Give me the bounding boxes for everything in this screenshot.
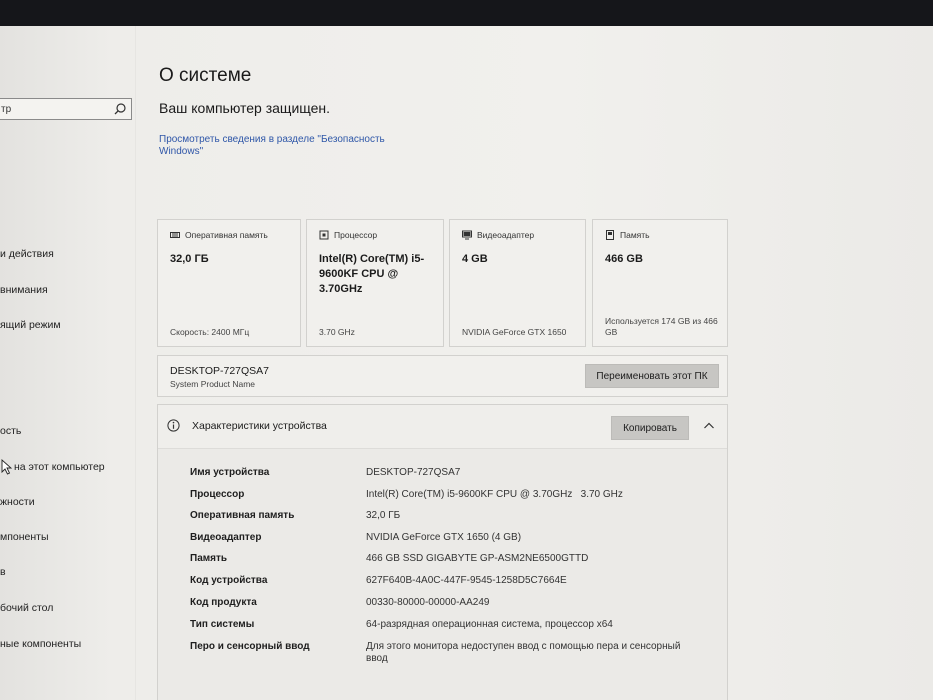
spec-value-device-id: 627F640B-4A0C-447F-9545-1258D5C7664E (366, 575, 567, 586)
device-specs-panel: Характеристики устройства Копировать Имя… (157, 404, 728, 700)
search-icon[interactable] (113, 102, 127, 116)
spec-value-product-id: 00330-80000-00000-AA249 (366, 597, 490, 608)
settings-window: и действия внимания ящий режим ость на э… (0, 26, 933, 700)
spec-value-storage: 466 GB SSD GIGABYTE GP-ASM2NE6500GTTD (366, 553, 589, 564)
sidebar-item-tablet-mode[interactable]: ящий режим (0, 319, 61, 331)
sidebar-item-notifications[interactable]: и действия (0, 248, 54, 260)
sidebar-item-system-components[interactable]: мпоненты (0, 531, 49, 543)
device-name-panel: DESKTOP-727QSA7 System Product Name Пере… (157, 355, 728, 397)
processor-card: Процессор Intel(R) Core(TM) i5-9600KF CP… (306, 219, 444, 347)
sidebar-item-clipboard[interactable]: в (0, 566, 6, 578)
graphics-card: Видеоадаптер 4 GB NVIDIA GeForce GTX 165… (449, 219, 586, 347)
sidebar-item-optional-features[interactable]: ные компоненты (0, 638, 81, 650)
spec-label-system-type: Тип системы (190, 619, 255, 630)
storage-card-footer: Используется 174 GB из 466 GB (605, 316, 718, 337)
sidebar-item-focus-assist[interactable]: внимания (0, 284, 48, 296)
page-title: О системе (159, 65, 252, 86)
ram-card-value: 32,0 ГБ (170, 253, 209, 265)
chevron-up-icon[interactable] (703, 420, 715, 432)
sidebar-item-multitasking[interactable]: ость (0, 425, 21, 437)
device-specs-title: Характеристики устройства (192, 420, 327, 432)
processor-icon (319, 230, 329, 240)
storage-card-header: Память (605, 230, 650, 240)
ram-card: Оперативная память 32,0 ГБ Скорость: 240… (157, 219, 301, 347)
ram-card-title: Оперативная память (185, 230, 268, 240)
info-icon (167, 419, 180, 432)
copy-specs-button[interactable]: Копировать (611, 416, 689, 440)
display-icon (462, 230, 472, 240)
rename-pc-button[interactable]: Переименовать этот ПК (585, 364, 719, 388)
spec-label-product-id: Код продукта (190, 597, 257, 608)
mouse-cursor-icon (1, 459, 13, 475)
settings-search-box[interactable] (0, 98, 132, 120)
storage-card-value: 466 GB (605, 253, 643, 265)
graphics-card-title: Видеоадаптер (477, 230, 535, 240)
spec-label-device-id: Код устройства (190, 575, 268, 586)
sidebar-item-shared-experiences[interactable]: жности (0, 496, 35, 508)
spec-label-device-name: Имя устройства (190, 467, 270, 478)
spec-label-processor: Процессор (190, 489, 245, 500)
spec-value-device-name: DESKTOP-727QSA7 (366, 467, 461, 478)
sidebar-item-projecting[interactable]: на этот компьютер (14, 461, 105, 473)
processor-card-title: Процессор (334, 230, 378, 240)
ram-card-header: Оперативная память (170, 230, 268, 240)
graphics-card-value: 4 GB (462, 253, 488, 265)
monitor-bezel (0, 0, 933, 28)
spec-label-graphics: Видеоадаптер (190, 532, 262, 543)
device-specs-header[interactable]: Характеристики устройства Копировать (158, 405, 727, 448)
processor-card-header: Процессор (319, 230, 377, 240)
spec-value-pen-touch: Для этого монитора недоступен ввод с пом… (366, 641, 681, 664)
sidebar-item-remote-desktop[interactable]: бочий стол (0, 602, 53, 614)
protection-status: Ваш компьютер защищен. (159, 100, 331, 116)
spec-label-storage: Память (190, 553, 228, 564)
processor-card-footer: 3.70 GHz (319, 327, 355, 337)
device-specs-list: Имя устройства DESKTOP-727QSA7 Процессор… (158, 448, 727, 700)
storage-card: Память 466 GB Используется 174 GB из 466… (592, 219, 728, 347)
storage-card-title: Память (620, 230, 650, 240)
spec-value-processor: Intel(R) Core(TM) i5-9600KF CPU @ 3.70GH… (366, 489, 623, 500)
processor-card-value: Intel(R) Core(TM) i5-9600KF CPU @ 3.70GH… (319, 253, 425, 295)
spec-value-ram: 32,0 ГБ (366, 510, 401, 521)
spec-label-pen-touch: Перо и сенсорный ввод (190, 641, 310, 652)
ram-icon (170, 232, 180, 238)
spec-value-graphics: NVIDIA GeForce GTX 1650 (4 GB) (366, 532, 522, 543)
settings-search-input[interactable] (1, 101, 101, 117)
sidebar-divider (135, 26, 136, 700)
device-name-caption: System Product Name (170, 379, 256, 389)
device-name: DESKTOP-727QSA7 (170, 365, 270, 377)
graphics-card-footer: NVIDIA GeForce GTX 1650 (462, 327, 567, 337)
graphics-card-header: Видеоадаптер (462, 230, 534, 240)
windows-security-link[interactable]: Просмотреть сведения в разделе "Безопасн… (159, 134, 409, 158)
storage-icon (606, 230, 614, 240)
spec-label-ram: Оперативная память (190, 510, 295, 521)
spec-value-system-type: 64-разрядная операционная система, проце… (366, 619, 613, 630)
ram-card-footer: Скорость: 2400 МГц (170, 327, 250, 337)
